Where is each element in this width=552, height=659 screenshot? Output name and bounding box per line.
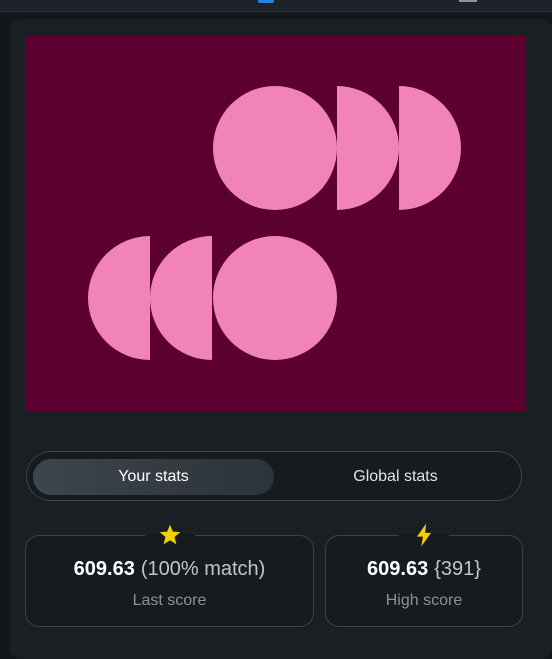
full-circle bbox=[213, 236, 337, 360]
high-score-row: 609.63 {391} bbox=[326, 558, 522, 581]
nav-indicator[interactable] bbox=[459, 0, 477, 2]
high-score-label: High score bbox=[385, 592, 463, 609]
last-score-row: 609.63 (100% match) bbox=[26, 558, 313, 581]
high-score-rank: {391} bbox=[434, 558, 481, 580]
star-icon bbox=[159, 524, 181, 545]
tab-your-stats[interactable]: Your stats bbox=[33, 459, 274, 495]
target-canvas bbox=[25, 36, 525, 411]
last-score-label: Last score bbox=[132, 592, 207, 609]
tab-global-stats[interactable]: Global stats bbox=[275, 459, 516, 495]
active-nav-indicator[interactable] bbox=[258, 0, 274, 3]
last-score-card: 609.63 (100% match) Last score bbox=[25, 535, 314, 627]
high-score-value: 609.63 bbox=[367, 558, 429, 580]
top-bar bbox=[0, 0, 552, 12]
last-score-match: (100% match) bbox=[140, 558, 266, 580]
lightning-icon bbox=[416, 523, 432, 547]
full-circle bbox=[213, 86, 337, 210]
high-score-card: 609.63 {391} High score bbox=[325, 535, 523, 627]
last-score-value: 609.63 bbox=[73, 558, 135, 580]
stats-tabs: Your stats Global stats bbox=[26, 451, 522, 501]
